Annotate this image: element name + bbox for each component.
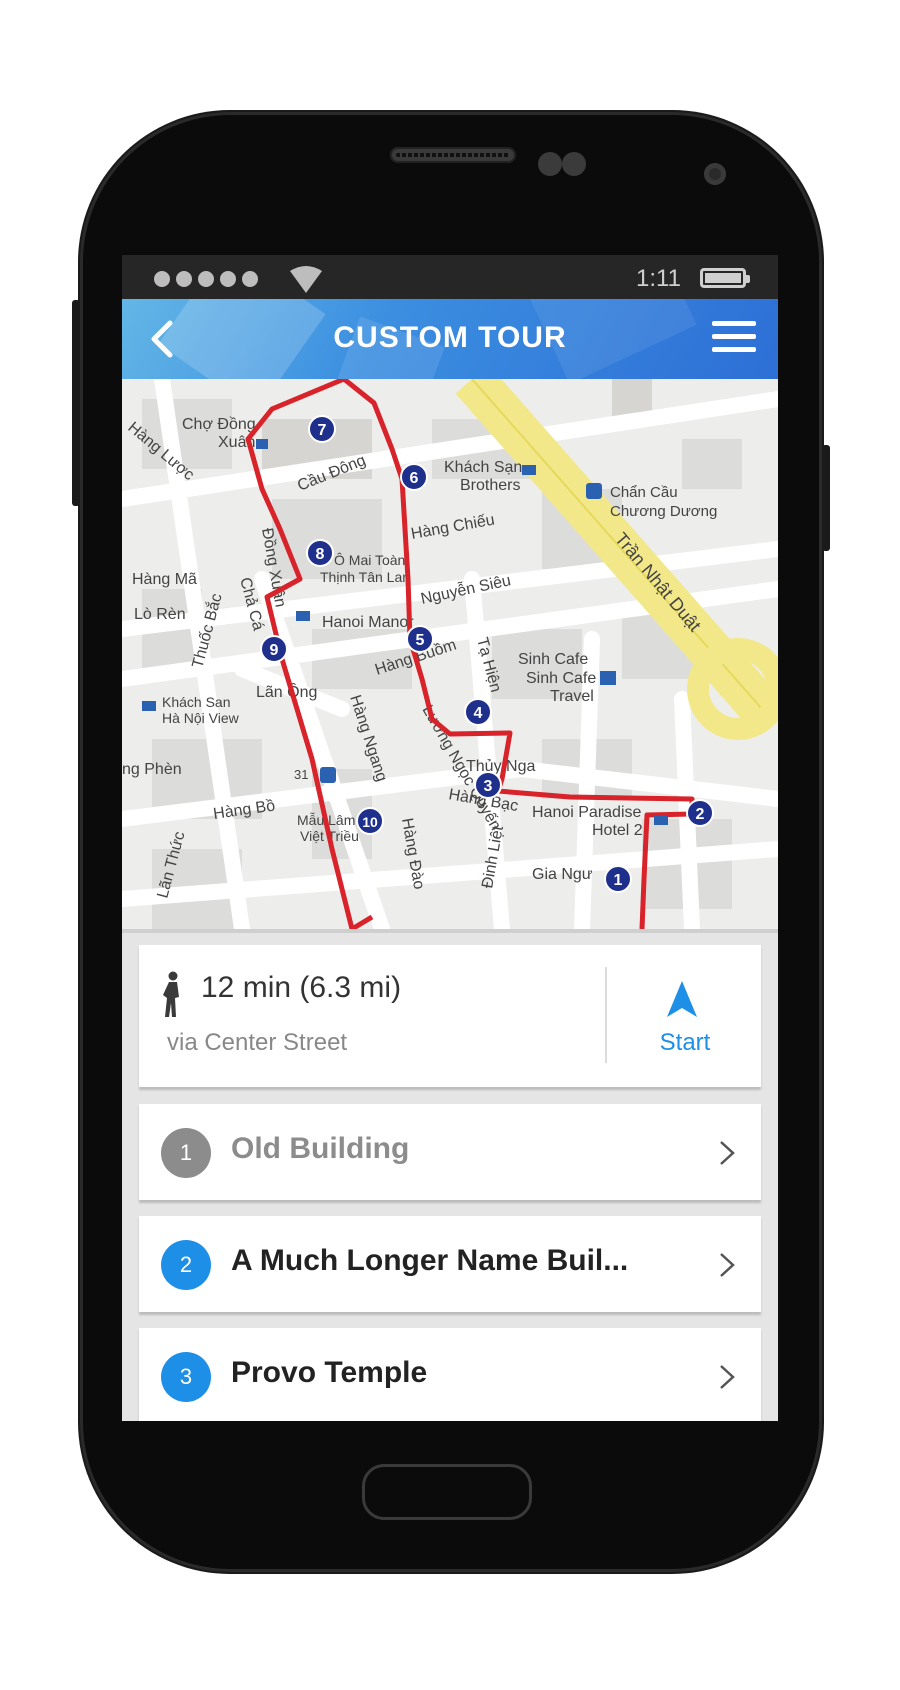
earpiece-speaker [390, 147, 516, 163]
svg-text:Sinh Cafe: Sinh Cafe [526, 670, 596, 687]
status-bar: 1:11 [122, 255, 778, 299]
svg-text:Gia Ngư: Gia Ngư [532, 866, 593, 883]
battery-icon [700, 268, 750, 288]
stop-item-1[interactable]: 1 Old Building [139, 1104, 761, 1200]
signal-dots-icon [154, 271, 258, 287]
svg-text:Ô Mai Toàn: Ô Mai Toàn [334, 552, 405, 568]
chevron-right-icon [720, 1365, 735, 1389]
app-header: CUSTOM TOUR [122, 299, 778, 379]
map-marker-4[interactable]: 4 [474, 705, 483, 722]
map-marker-7[interactable]: 7 [318, 422, 327, 439]
page-title: CUSTOM TOUR [333, 321, 567, 354]
svg-text:Hà Nội View: Hà Nội View [162, 710, 240, 726]
stop-item-3[interactable]: 3 Provo Temple [139, 1328, 761, 1421]
svg-text:Khách Sạn: Khách Sạn [444, 459, 522, 476]
svg-text:Hanoi Manor: Hanoi Manor [322, 614, 414, 631]
map-marker-6[interactable]: 6 [410, 470, 419, 487]
wifi-icon [290, 266, 322, 293]
svg-text:Sinh Cafe: Sinh Cafe [518, 651, 588, 668]
map-marker-1[interactable]: 1 [614, 872, 623, 889]
svg-text:Hàng Mã: Hàng Mã [132, 571, 197, 588]
map-divider [122, 929, 778, 933]
route-divider [605, 967, 607, 1063]
home-button[interactable] [362, 1464, 532, 1520]
svg-text:Chẩn Cầu: Chẩn Cầu [610, 484, 678, 501]
map-marker-2[interactable]: 2 [696, 806, 705, 823]
route-via: via Center Street [167, 1029, 348, 1056]
svg-text:Hanoi Paradise: Hanoi Paradise [532, 804, 642, 821]
svg-text:31: 31 [294, 767, 308, 782]
stop-number-badge: 1 [161, 1128, 211, 1178]
map-marker-9[interactable]: 9 [270, 642, 279, 659]
route-summary-card: 12 min (6.3 mi) via Center Street Start [139, 945, 761, 1087]
svg-text:Khách San: Khách San [162, 694, 231, 710]
svg-text:Hotel 2: Hotel 2 [592, 822, 643, 839]
svg-text:ng Phèn: ng Phèn [122, 761, 182, 778]
stop-name: Provo Temple [231, 1356, 428, 1389]
chevron-right-icon [720, 1253, 735, 1277]
map-marker-8[interactable]: 8 [316, 546, 325, 563]
stop-number-badge: 2 [161, 1240, 211, 1290]
svg-text:Lãn Ông: Lãn Ông [256, 682, 317, 701]
power-button [822, 445, 830, 551]
front-camera [704, 163, 726, 185]
svg-text:Chương Dương: Chương Dương [610, 503, 717, 520]
screen: 1:11 CUSTOM TOUR Hàng Lược Chợ Đồng Xuân… [122, 255, 778, 1421]
stop-item-2[interactable]: 2 A Much Longer Name Buil... [139, 1216, 761, 1312]
route-duration: 12 min (6.3 mi) [201, 971, 402, 1004]
proximity-sensor [538, 152, 562, 176]
walking-person-icon [163, 971, 179, 1017]
map-view[interactable]: Hàng Lược Chợ Đồng Xuân Cầu Đông Khách Sạ… [122, 379, 778, 929]
street-map[interactable]: Hàng Lược Chợ ĐồngXuân Cầu Đông Khách Sạ… [122, 379, 778, 929]
svg-text:Travel: Travel [550, 688, 594, 705]
volume-button [72, 300, 80, 506]
stop-number-badge: 3 [161, 1352, 211, 1402]
svg-text:Lò Rèn: Lò Rèn [134, 606, 186, 623]
stop-name: A Much Longer Name Buil... [231, 1244, 629, 1277]
light-sensor [562, 152, 586, 176]
map-marker-5[interactable]: 5 [416, 632, 425, 649]
map-marker-3[interactable]: 3 [484, 778, 493, 795]
chevron-right-icon [720, 1141, 735, 1165]
svg-text:Thịnh Tân Lan: Thịnh Tân Lan [320, 569, 410, 585]
svg-text:Brothers: Brothers [460, 477, 520, 494]
hamburger-menu-icon[interactable] [712, 321, 756, 357]
navigation-arrow-icon [667, 981, 697, 1017]
svg-text:Chợ Đồng: Chợ Đồng [182, 416, 256, 433]
stop-name: Old Building [231, 1132, 410, 1165]
start-button[interactable]: Start [609, 945, 761, 1087]
start-label: Start [659, 1029, 711, 1056]
status-time: 1:11 [636, 265, 681, 292]
map-marker-10[interactable]: 10 [362, 814, 378, 830]
